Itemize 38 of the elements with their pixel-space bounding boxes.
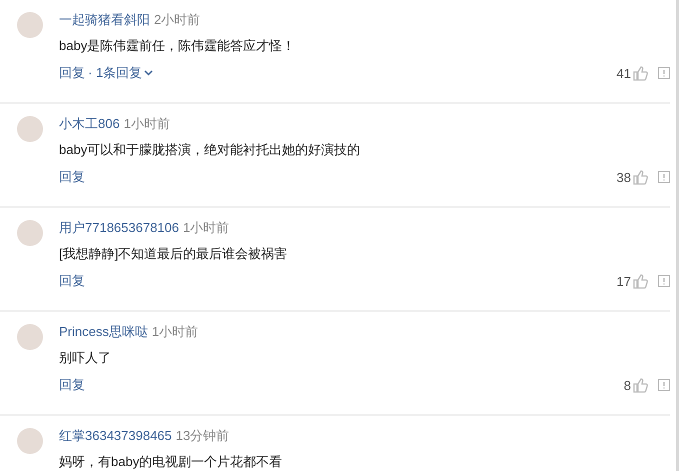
username[interactable]: 用户7718653678106 [59,219,179,237]
comment-text: 妈呀，有baby的电视剧一个片花都不看 [59,453,284,471]
comment-time: 2小时前 [154,11,200,29]
thumbs-up-icon[interactable] [633,66,648,80]
reply-link[interactable]: 回复 [59,168,85,186]
comment-time: 1小时前 [183,219,230,237]
thumbs-up-icon[interactable] [633,274,648,288]
comment-time: 13分钟前 [176,427,230,445]
reply-link[interactable]: 回复 [59,376,85,394]
like-count: 41 [616,66,631,80]
comment-text: [我想静静]不知道最后的最后谁会被祸害 [59,245,288,263]
comment-text: baby可以和于朦胧搭演，绝对能衬托出她的好演技的 [59,141,362,159]
username[interactable]: 红掌363437398465 [59,427,172,445]
report-icon[interactable] [658,379,670,391]
replies-link[interactable]: · 1条回复 [88,64,154,82]
comment-time: 1小时前 [124,115,170,133]
report-icon[interactable] [658,275,670,287]
report-icon[interactable] [658,67,670,79]
avatar[interactable] [17,12,43,38]
username[interactable]: 小木工806 [59,115,120,133]
username[interactable]: Princess思咪哒 [59,323,148,341]
avatar[interactable] [17,324,43,350]
reply-link[interactable]: 回复 [59,272,85,290]
comment-text: baby是陈伟霆前任，陈伟霆能答应才怪！ [59,37,296,55]
comment-time: 1小时前 [152,323,198,341]
chevron-down-icon [144,70,154,76]
avatar[interactable] [17,116,43,142]
thumbs-up-icon[interactable] [633,170,648,184]
reply-link[interactable]: 回复 [59,64,85,82]
thumbs-up-icon[interactable] [633,378,648,392]
report-icon[interactable] [658,171,670,183]
username[interactable]: 一起骑猪看斜阳 [59,11,150,29]
avatar[interactable] [17,428,43,454]
comment-text: 别吓人了 [59,349,112,367]
like-count: 17 [616,274,631,288]
like-count: 8 [624,378,631,392]
like-count: 38 [616,170,631,184]
avatar[interactable] [17,220,43,246]
